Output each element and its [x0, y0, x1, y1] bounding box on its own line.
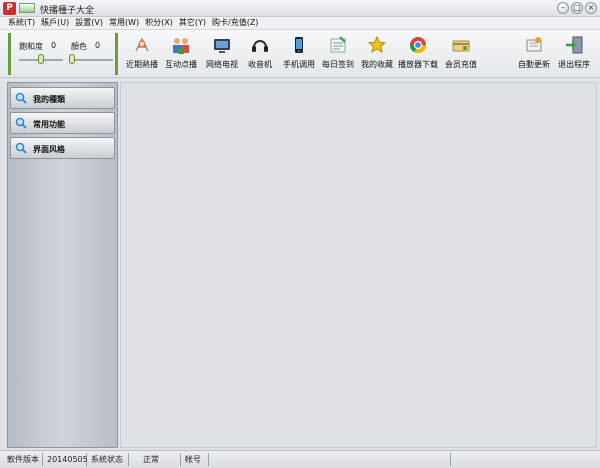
toolbar-label: 互动点播: [165, 60, 197, 69]
toolbar-update-button[interactable]: 自動更新: [514, 35, 554, 70]
toolbar-label: 近期熱播: [126, 60, 158, 69]
app-icon: P: [3, 2, 16, 15]
toolbar-label: 收音机: [248, 60, 272, 69]
status-bar: 軟件版本 20140505 系統状态 正常 帐号: [0, 450, 600, 468]
side-item-label: 我的種類: [33, 95, 65, 104]
magnifier-icon: [15, 92, 27, 104]
toolbar-label: 播放器下载: [398, 60, 438, 69]
status-system-label: 系統状态: [89, 453, 129, 466]
update-icon: [526, 37, 542, 52]
toolbar-label: 我的收藏: [361, 60, 393, 69]
toolbar-phone-button[interactable]: 手机调用: [279, 35, 319, 70]
color-slider-thumb[interactable]: [69, 54, 75, 64]
minimize-button[interactable]: –: [557, 2, 569, 14]
phone-icon: [295, 37, 303, 53]
toolbar-hot-button[interactable]: 近期熱播: [122, 35, 162, 70]
toolbar-checkin-button[interactable]: 每日签到: [318, 35, 358, 70]
tv-icon: [214, 39, 230, 53]
restore-button[interactable]: □: [571, 2, 583, 14]
toolbar-player-download-button[interactable]: 播放器下载: [398, 35, 438, 70]
status-system-value: 正常: [131, 453, 181, 466]
menu-bar: 系統(T) 賬戶(U) 設置(V) 常用(W) 积分(X) 其它(Y) 购卡/充…: [0, 17, 600, 30]
status-account-label: 帐号: [183, 453, 209, 466]
window-title: 快播種子大全: [40, 6, 95, 16]
menu-points[interactable]: 积分(X): [145, 17, 173, 29]
toolbar-label: 自動更新: [518, 60, 550, 69]
status-version-label: 軟件版本: [5, 453, 43, 466]
toolbar-radio-button[interactable]: 收音机: [240, 35, 280, 70]
toolbar-label: 退出程序: [558, 60, 590, 69]
side-item-my-categories[interactable]: 我的種類: [10, 87, 115, 109]
color-value: 0: [95, 41, 101, 50]
chrome-icon: [409, 37, 427, 54]
toolbar-label: 会员充值: [445, 60, 477, 69]
toolbar-label: 手机调用: [283, 60, 315, 69]
menu-common[interactable]: 常用(W): [109, 17, 139, 29]
checkin-icon: [330, 36, 346, 53]
recharge-icon: [452, 40, 470, 52]
side-item-label: 常用功能: [33, 120, 65, 129]
status-version-value: 20140505: [47, 453, 88, 466]
main-content-area: [120, 82, 597, 448]
side-item-label: 界面风格: [33, 145, 65, 154]
toolbar-interactive-button[interactable]: 互动点播: [161, 35, 201, 70]
menu-settings[interactable]: 設置(V): [75, 17, 103, 29]
title-bar: P 快播種子大全 – □ ×: [0, 0, 600, 17]
star-icon: [367, 35, 387, 54]
saturation-label: 飽和度: [19, 42, 43, 51]
exit-icon: [566, 36, 583, 54]
toolbar-recharge-button[interactable]: 会员充值: [441, 35, 481, 70]
title-thumbnail-icon: [19, 3, 35, 13]
close-button[interactable]: ×: [585, 2, 597, 14]
menu-other[interactable]: 其它(Y): [179, 17, 206, 29]
hot-icon: [135, 37, 149, 52]
toolbar-label: 网络电视: [206, 60, 238, 69]
color-label: 顏色: [71, 42, 87, 51]
headphones-icon: [252, 40, 268, 52]
toolbar-tv-button[interactable]: 网络电视: [202, 35, 242, 70]
status-extra: [453, 453, 595, 466]
toolbar-favorites-button[interactable]: 我的收藏: [357, 35, 397, 70]
saturation-value: 0: [51, 41, 57, 50]
adjustment-sliders: 飽和度 0 顏色 0: [8, 33, 118, 75]
color-slider-track[interactable]: [69, 59, 113, 61]
menu-buy-card[interactable]: 购卡/充值(Z): [212, 17, 258, 29]
side-panel: 我的種類 常用功能 界面风格: [7, 82, 118, 448]
status-account-value: [211, 453, 451, 466]
toolbar-label: 每日签到: [322, 60, 354, 69]
toolbar-exit-button[interactable]: 退出程序: [554, 35, 594, 70]
saturation-slider-thumb[interactable]: [38, 54, 44, 64]
toolbar: 飽和度 0 顏色 0 近期熱播 互动点播 网络电视 收音机 手机调用 每日签到 …: [0, 30, 600, 78]
people-icon: [173, 38, 189, 54]
side-item-common-functions[interactable]: 常用功能: [10, 112, 115, 134]
magnifier-icon: [15, 142, 27, 154]
side-item-interface-style[interactable]: 界面风格: [10, 137, 115, 159]
window-controls: – □ ×: [557, 2, 597, 14]
menu-account[interactable]: 賬戶(U): [41, 17, 69, 29]
menu-system[interactable]: 系統(T): [8, 17, 35, 29]
magnifier-icon: [15, 117, 27, 129]
